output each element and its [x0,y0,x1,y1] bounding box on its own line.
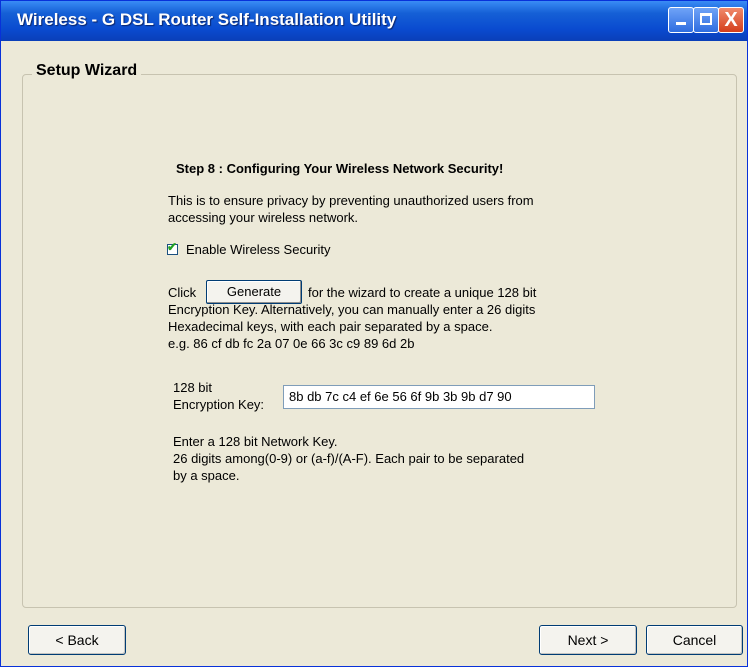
example-line: e.g. 86 cf db fc 2a 07 0e 66 3c c9 89 6d… [168,336,415,351]
minimize-button[interactable] [668,7,694,33]
installer-window: Wireless - G DSL Router Self-Installatio… [0,0,748,667]
maximize-button[interactable] [693,7,719,33]
close-icon: X [724,9,738,31]
enable-security-row[interactable]: ✔ Enable Wireless Security [167,240,331,257]
key-hint: Enter a 128 bit Network Key. 26 digits a… [173,433,593,484]
intro-text: This is to ensure privacy by preventing … [168,192,588,226]
checkmark-icon: ✔ [167,240,178,254]
title-bar[interactable]: Wireless - G DSL Router Self-Installatio… [1,1,747,41]
hint-line: Enter a 128 bit Network Key. [173,434,338,449]
maximize-icon [700,13,712,25]
key-label-line: 128 bit [173,380,213,395]
window-title: Wireless - G DSL Router Self-Installatio… [17,10,397,29]
group-title: Setup Wizard [32,62,142,80]
enable-security-label[interactable]: Enable Wireless Security [186,242,331,257]
cancel-button[interactable]: Cancel [646,625,743,655]
click-suffix: for the wizard to create a unique 128 bi… [308,285,537,300]
description-line: Hexadecimal keys, with each pair separat… [168,319,493,334]
description-line: Encryption Key. Alternatively, you can m… [168,302,536,317]
next-button[interactable]: Next > [539,625,637,655]
intro-line: accessing your wireless network. [168,210,359,225]
enable-security-checkbox[interactable]: ✔ [167,240,178,255]
key-label: 128 bit Encryption Key: [173,379,273,413]
close-button[interactable]: X [718,7,744,33]
minimize-icon [676,22,686,25]
hint-line: 26 digits among(0-9) or (a-f)/(A-F). Eac… [173,451,525,466]
encryption-key-input[interactable]: 8b db 7c c4 ef 6e 56 6f 9b 3b 9b d7 90 [283,385,595,409]
intro-line: This is to ensure privacy by preventing … [168,193,534,208]
encryption-description: Encryption Key. Alternatively, you can m… [168,301,598,352]
hint-line: by a space. [173,468,240,483]
key-label-line: Encryption Key: [173,397,265,412]
click-prefix: Click [168,285,197,300]
step-title: Step 8 : Configuring Your Wireless Netwo… [176,161,504,176]
back-button[interactable]: < Back [28,625,126,655]
